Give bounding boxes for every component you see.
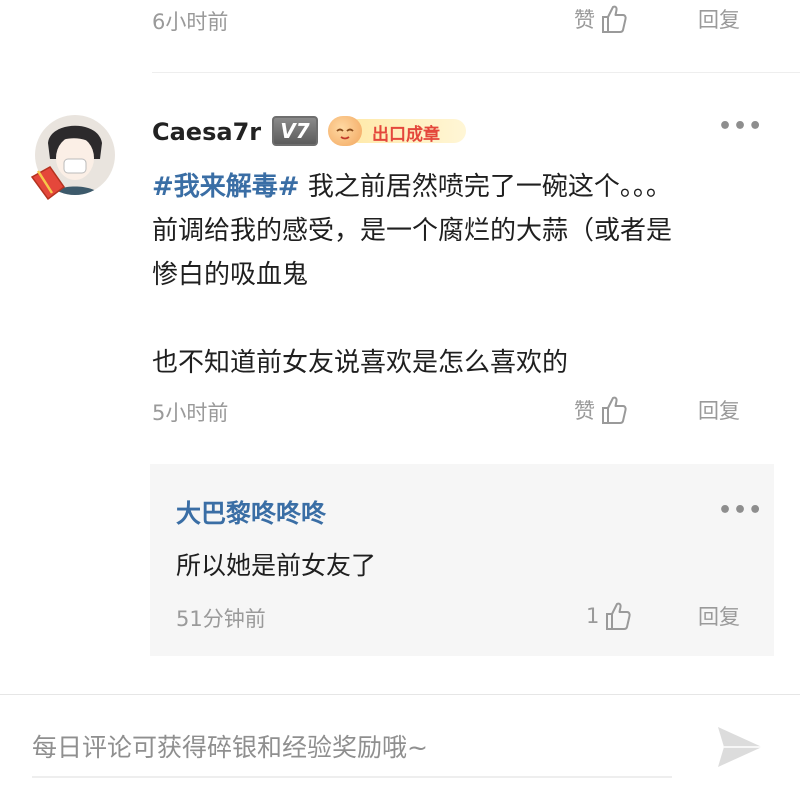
like-label: 赞 — [574, 399, 595, 423]
reply-like-count: 1 — [586, 604, 600, 628]
topic-tag[interactable]: #我来解毒# — [152, 172, 300, 202]
comment-divider — [152, 72, 800, 73]
comment-input[interactable]: 每日评论可获得碎银和经验奖励哦~ — [32, 712, 672, 778]
comment-line-5: 也不知道前女友说喜欢是怎么喜欢的 — [152, 348, 569, 378]
comment-line-3: 惨白的吸血鬼 — [152, 260, 309, 290]
comment-line-1: #我来解毒# 我之前居然喷完了一碗这个。。。 — [152, 172, 672, 202]
comment-time: 6小时前 — [152, 10, 229, 34]
comment-username[interactable]: Caesa7r — [152, 118, 261, 146]
thumbs-up-icon — [602, 5, 627, 33]
comment-time: 5小时前 — [152, 401, 229, 425]
reply-like-button[interactable]: 1 — [586, 601, 631, 631]
send-button[interactable] — [716, 724, 764, 770]
comment-line-4 — [152, 297, 772, 341]
medal-icon — [328, 116, 362, 146]
reply-button[interactable]: 回复 — [698, 395, 740, 425]
avatar[interactable] — [28, 113, 118, 203]
avatar-image — [30, 115, 115, 201]
thumbs-up-icon — [606, 602, 631, 630]
reply-reply-button[interactable]: 回复 — [698, 601, 740, 631]
reply-time: 51分钟前 — [176, 607, 266, 631]
thumbs-up-icon — [602, 396, 627, 424]
like-button[interactable]: 赞 — [574, 4, 627, 34]
more-options-icon[interactable]: ••• — [718, 114, 763, 139]
reply-button[interactable]: 回复 — [698, 4, 740, 34]
medal-text: 出口成章 — [372, 125, 440, 145]
comment-content: #我来解毒# 我之前居然喷完了一碗这个。。。 前调给我的感受，是一个腐烂的大蒜（… — [152, 165, 772, 385]
level-badge-text: V7 — [280, 119, 310, 143]
reply-more-options-icon[interactable]: ••• — [718, 498, 763, 523]
input-bar-divider — [0, 694, 800, 695]
comment-line-2: 前调给我的感受，是一个腐烂的大蒜（或者是 — [152, 216, 673, 246]
reply-container: 大巴黎咚咚咚 ••• 所以她是前女友了 51分钟前 1 回复 — [150, 464, 774, 656]
like-button[interactable]: 赞 — [574, 395, 627, 425]
level-badge: V7 — [272, 116, 318, 146]
medal-badge: 出口成章 — [328, 116, 468, 146]
reply-username[interactable]: 大巴黎咚咚咚 — [176, 494, 326, 530]
like-label: 赞 — [574, 8, 595, 32]
comment-input-placeholder: 每日评论可获得碎银和经验奖励哦~ — [32, 733, 428, 762]
reply-text: 所以她是前女友了 — [176, 551, 377, 580]
send-icon — [718, 727, 762, 767]
